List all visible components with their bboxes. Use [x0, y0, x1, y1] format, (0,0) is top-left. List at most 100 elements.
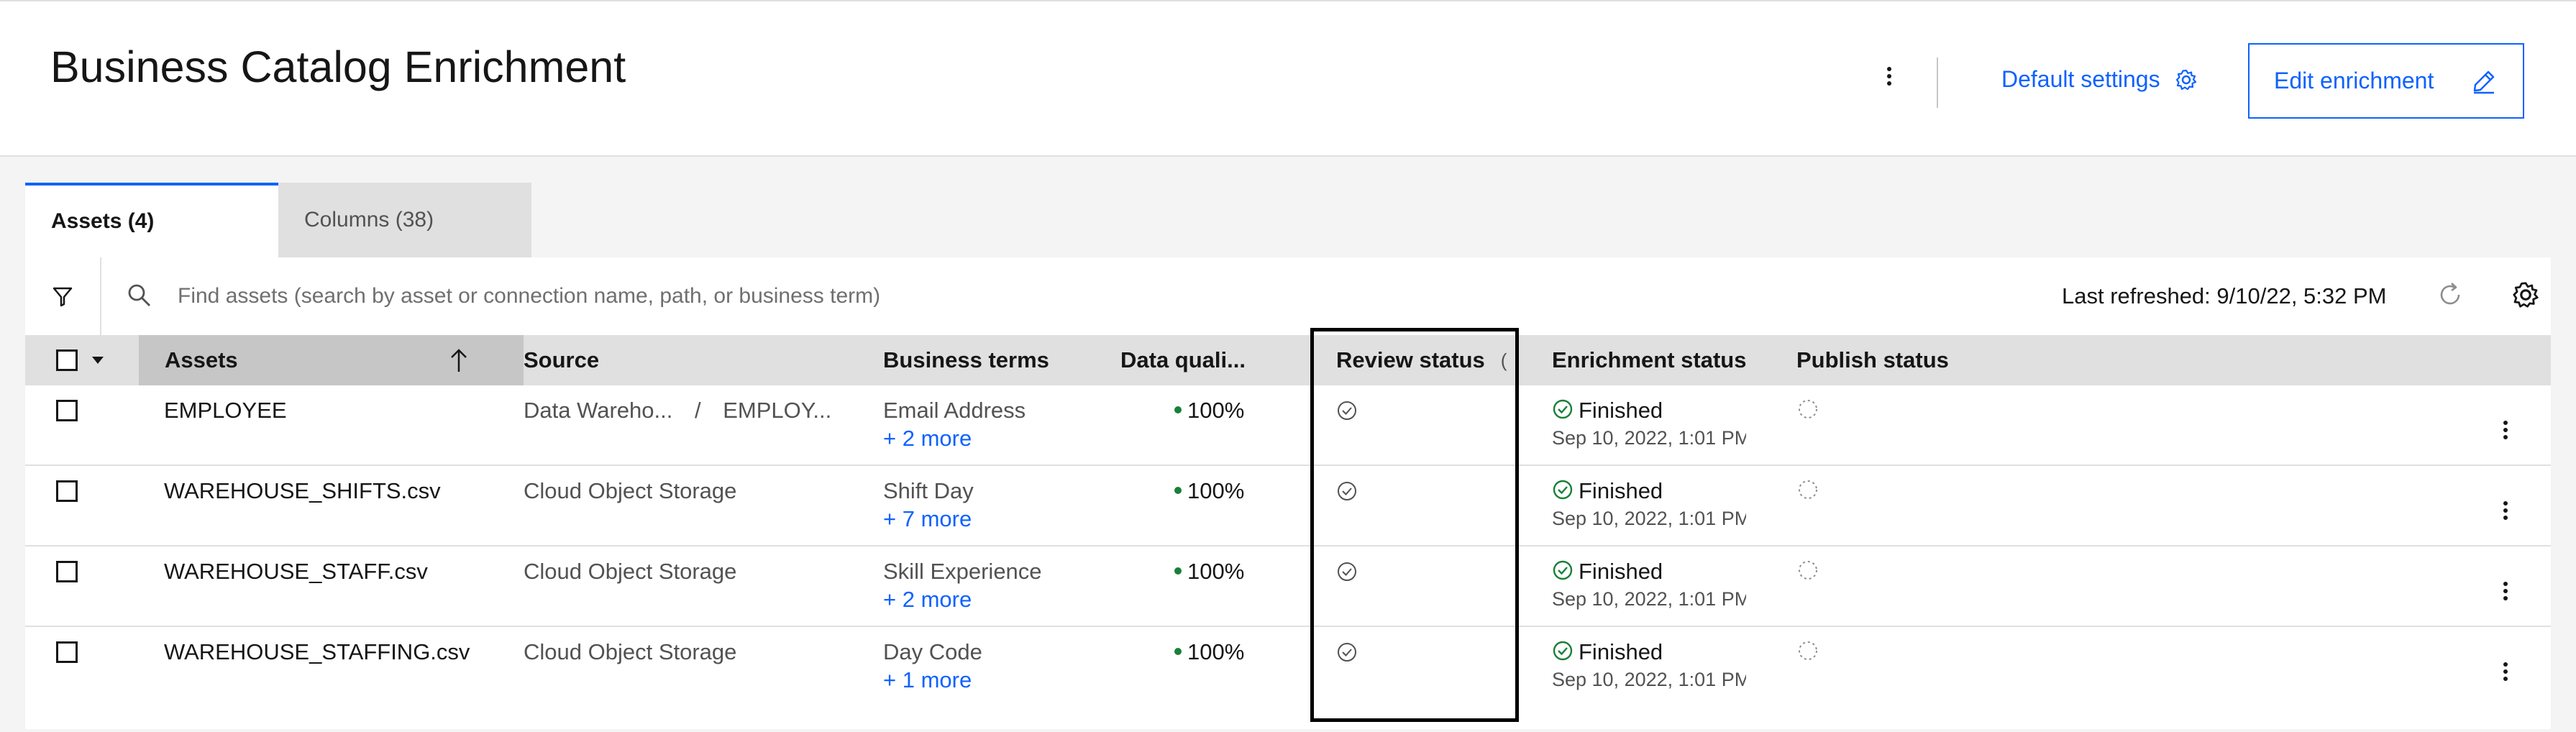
assets-table: Assets Source Business terms Data quali.… — [25, 335, 2551, 729]
default-settings-label: Default settings — [2001, 66, 2160, 92]
edit-enrichment-label: Edit enrichment — [2274, 68, 2434, 93]
column-header-review-status-label: Review status — [1336, 347, 1485, 372]
enrichment-date: Sep 10, 2022, 1:01 PM — [1552, 588, 1746, 610]
asset-name[interactable]: EMPLOYEE — [164, 398, 287, 424]
data-quality-value: 100% — [1174, 639, 1244, 665]
column-header-data-quality-label: Data quali... — [1120, 347, 1246, 372]
last-refreshed-text: Last refreshed: 9/10/22, 5:32 PM — [2062, 283, 2387, 308]
row-checkbox[interactable] — [56, 641, 78, 663]
checkmark-circle-icon — [1553, 480, 1573, 500]
checkmark-outline-icon — [1338, 643, 1356, 662]
enrichment-status: Finished — [1579, 398, 1663, 423]
data-quality-label: 100% — [1187, 559, 1245, 584]
asset-name[interactable]: WAREHOUSE_STAFFING.csv — [164, 639, 470, 665]
table-header: Assets Source Business terms Data quali.… — [25, 335, 2551, 385]
column-header-source[interactable]: Source — [524, 335, 599, 385]
asset-name[interactable]: WAREHOUSE_STAFF.csv — [164, 559, 428, 585]
enrichment-date: Sep 10, 2022, 1:01 PM — [1552, 508, 1746, 529]
column-header-business-terms-label: Business terms — [883, 347, 1049, 372]
data-quality-label: 100% — [1187, 398, 1245, 423]
tab-assets-label: Assets (4) — [51, 209, 155, 233]
dashed-circle-icon — [1799, 400, 1817, 418]
tab-columns[interactable]: Columns (38) — [278, 183, 531, 257]
page-header: Business Catalog Enrichment Default sett… — [0, 0, 2576, 157]
search-icon — [128, 284, 150, 306]
data-quality-value: 100% — [1174, 398, 1244, 424]
source-path: Data Wareho... / EMPLOY... — [524, 398, 831, 424]
default-settings-link[interactable]: Default settings — [2001, 66, 2198, 93]
select-all-checkbox[interactable] — [56, 349, 78, 371]
filter-icon — [52, 287, 73, 307]
column-header-review-status[interactable]: Review status ( — [1336, 335, 1507, 385]
data-quality-label: 100% — [1187, 478, 1245, 503]
more-terms-link[interactable]: + 2 more — [883, 426, 972, 452]
table-toolbar: Last refreshed: 9/10/22, 5:32 PM — [25, 257, 2551, 335]
gear-icon — [2175, 69, 2196, 90]
more-terms-link[interactable]: + 1 more — [883, 667, 972, 693]
overflow-menu-icon[interactable] — [2500, 578, 2511, 604]
sort-arrow-up-icon[interactable] — [448, 347, 470, 373]
refresh-icon[interactable] — [2436, 280, 2465, 309]
data-quality-value: 100% — [1174, 559, 1244, 585]
overflow-menu-icon[interactable] — [1884, 62, 1894, 91]
column-header-assets-label: Assets — [165, 347, 238, 372]
chevron-down-icon[interactable] — [91, 356, 104, 365]
more-terms-link[interactable]: + 7 more — [883, 506, 972, 532]
source-connection: Data Wareho... — [524, 398, 673, 423]
more-terms-link[interactable]: + 2 more — [883, 587, 972, 613]
source-table: EMPLOY... — [723, 398, 832, 423]
column-header-enrichment-status-label: Enrichment status — [1552, 347, 1747, 372]
quality-status-dot — [1174, 567, 1182, 575]
header-divider — [1937, 58, 1938, 108]
page-title: Business Catalog Enrichment — [50, 42, 626, 91]
business-term: Day Code — [883, 639, 982, 664]
checkmark-circle-icon — [1553, 641, 1573, 661]
column-header-enrichment-status[interactable]: Enrichment status — [1552, 335, 1746, 385]
column-header-review-status-trailing: ( — [1500, 349, 1507, 371]
source-separator: / — [694, 398, 701, 423]
enrichment-date: Sep 10, 2022, 1:01 PM — [1552, 427, 1746, 449]
source-path: Cloud Object Storage — [524, 639, 737, 664]
checkmark-outline-icon — [1338, 562, 1356, 581]
filter-button[interactable] — [25, 257, 101, 335]
row-checkbox[interactable] — [56, 400, 78, 421]
pencil-icon — [2473, 70, 2495, 94]
overflow-menu-icon[interactable] — [2500, 659, 2511, 685]
edit-enrichment-button[interactable]: Edit enrichment — [2248, 43, 2524, 119]
table-settings-icon[interactable] — [2511, 280, 2540, 309]
quality-status-dot — [1174, 486, 1182, 494]
row-checkbox[interactable] — [56, 561, 78, 582]
column-header-publish-status[interactable]: Publish status — [1796, 335, 1949, 385]
enrichment-status: Finished — [1579, 559, 1663, 584]
business-term: Skill Experience — [883, 559, 1042, 584]
table-row[interactable]: EMPLOYEE Data Wareho... / EMPLOY... Emai… — [25, 385, 2551, 466]
dashed-circle-icon — [1799, 641, 1817, 660]
overflow-menu-icon[interactable] — [2500, 498, 2511, 523]
checkmark-outline-icon — [1338, 482, 1356, 500]
tab-assets[interactable]: Assets (4) — [25, 183, 278, 257]
table-row[interactable]: WAREHOUSE_SHIFTS.csv Cloud Object Storag… — [25, 466, 2551, 546]
tab-columns-label: Columns (38) — [304, 208, 434, 232]
dashed-circle-icon — [1799, 480, 1817, 499]
column-header-source-label: Source — [524, 347, 600, 372]
table-row[interactable]: WAREHOUSE_STAFFING.csv Cloud Object Stor… — [25, 627, 2551, 729]
data-quality-value: 100% — [1174, 478, 1244, 504]
column-header-assets[interactable]: Assets — [165, 335, 238, 385]
checkmark-outline-icon — [1338, 401, 1356, 420]
source-path: Cloud Object Storage — [524, 478, 737, 503]
overflow-menu-icon[interactable] — [2500, 417, 2511, 443]
enrichment-status: Finished — [1579, 639, 1663, 664]
asset-name[interactable]: WAREHOUSE_SHIFTS.csv — [164, 478, 441, 504]
search-input[interactable] — [178, 276, 1544, 316]
enrichment-date: Sep 10, 2022, 1:01 PM — [1552, 669, 1746, 690]
row-checkbox[interactable] — [56, 480, 78, 502]
business-term: Email Address — [883, 398, 1026, 423]
data-quality-label: 100% — [1187, 639, 1245, 664]
column-header-data-quality[interactable]: Data quali... — [1120, 335, 1246, 385]
column-header-business-terms[interactable]: Business terms — [883, 335, 1049, 385]
quality-status-dot — [1174, 406, 1182, 413]
business-term: Shift Day — [883, 478, 974, 503]
checkmark-circle-icon — [1553, 560, 1573, 580]
column-header-publish-status-label: Publish status — [1796, 347, 1949, 372]
table-row[interactable]: WAREHOUSE_STAFF.csv Cloud Object Storage… — [25, 546, 2551, 627]
